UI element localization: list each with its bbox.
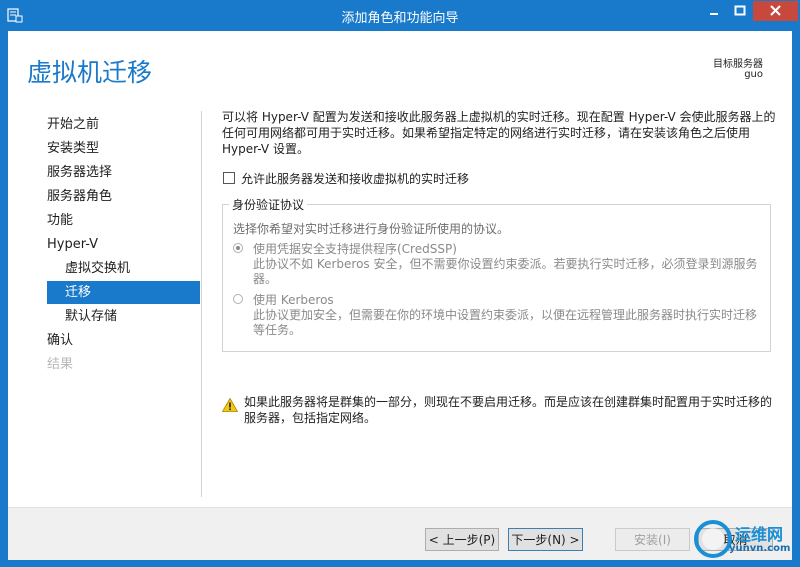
maximize-button[interactable] <box>727 1 753 21</box>
close-icon <box>770 5 781 16</box>
intro-text: 可以将 Hyper-V 配置为发送和接收此服务器上虚拟机的实时迁移。现在配置 H… <box>222 110 776 156</box>
warning-icon <box>222 398 238 412</box>
auth-protocol-description: 选择你希望对实时迁移进行身份验证所使用的协议。 <box>233 222 510 236</box>
wizard-client-area: 虚拟机迁移 目标服务器 guo 开始之前 安装类型 服务器选择 服务器角色 功能… <box>8 31 792 560</box>
previous-button[interactable]: < 上一步(P) <box>425 528 499 551</box>
maximize-icon <box>734 5 746 16</box>
target-server-label: 目标服务器 <box>713 59 763 70</box>
nav-item-default-stores[interactable]: 默认存储 <box>47 305 200 328</box>
nav-divider <box>201 111 202 497</box>
nav-item-server-selection[interactable]: 服务器选择 <box>47 161 200 184</box>
title-bar[interactable]: 添加角色和功能向导 <box>1 1 799 31</box>
watermark-url: yunvn.com <box>729 543 791 554</box>
site-watermark: 运维网 yunvn.com <box>691 519 791 559</box>
nav-item-confirmation[interactable]: 确认 <box>47 329 200 352</box>
kerberos-label[interactable]: 使用 Kerberos <box>253 291 334 308</box>
nav-item-hyper-v[interactable]: Hyper-V <box>47 233 200 256</box>
warning-text: 如果此服务器将是群集的一部分，则现在不要启用迁移。而是应该在创建群集时配置用于实… <box>244 395 773 425</box>
nav-item-before-you-begin[interactable]: 开始之前 <box>47 113 200 136</box>
minimize-button[interactable] <box>701 1 727 21</box>
allow-live-migration-checkbox[interactable] <box>223 172 235 184</box>
window-title: 添加角色和功能向导 <box>341 11 459 26</box>
nav-item-results: 结果 <box>47 357 74 372</box>
kerberos-description: 此协议更加安全，但需要在你的环境中设置约束委派，以便在远程管理此服务器时执行实时… <box>253 308 758 337</box>
credssp-description: 此协议不如 Kerberos 安全，但不需要你设置约束委派。若要执行实时迁移，必… <box>253 257 758 286</box>
wizard-window: 添加角色和功能向导 虚拟机迁移 目标服务器 guo 开始之前 安装类型 服务器选… <box>0 0 800 567</box>
install-button[interactable]: 安装(I) <box>615 528 690 551</box>
close-button[interactable] <box>753 1 798 21</box>
page-title: 虚拟机迁移 <box>27 58 153 87</box>
auth-protocol-group: 身份验证协议 选择你希望对实时迁移进行身份验证所使用的协议。 使用凭据安全支持提… <box>222 196 771 352</box>
allow-live-migration-label[interactable]: 允许此服务器发送和接收虚拟机的实时迁移 <box>241 170 469 187</box>
credssp-label[interactable]: 使用凭据安全支持提供程序(CredSSP) <box>253 240 457 257</box>
minimize-icon <box>710 13 718 15</box>
nav-item-virtual-switches[interactable]: 虚拟交换机 <box>47 257 200 280</box>
kerberos-radio[interactable] <box>233 294 243 304</box>
nav-item-migration[interactable]: 迁移 <box>47 281 200 304</box>
credssp-radio[interactable] <box>233 243 243 253</box>
nav-item-server-roles[interactable]: 服务器角色 <box>47 185 200 208</box>
target-server-name: guo <box>744 69 763 80</box>
nav-item-features[interactable]: 功能 <box>47 209 200 232</box>
auth-protocol-legend: 身份验证协议 <box>229 196 308 213</box>
nav-item-installation-type[interactable]: 安装类型 <box>47 137 200 160</box>
next-button[interactable]: 下一步(N) > <box>508 528 583 551</box>
watermark-name: 运维网 <box>735 525 784 544</box>
